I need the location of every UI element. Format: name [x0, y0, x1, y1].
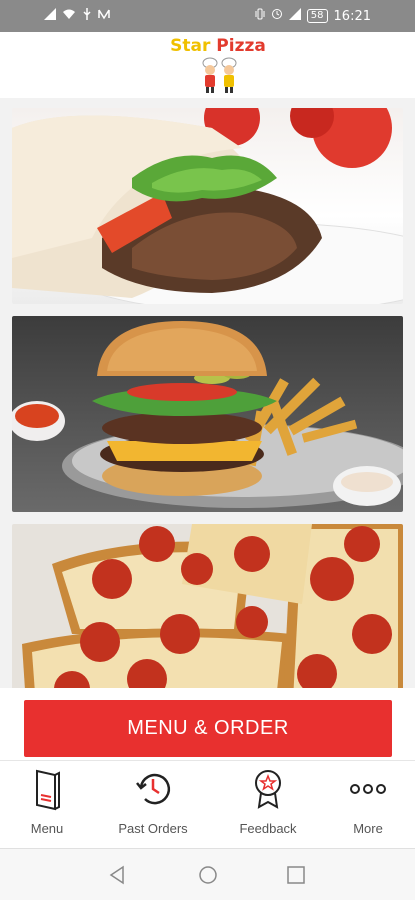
more-dots-icon	[350, 784, 386, 794]
app-header: Star Pizza	[0, 32, 415, 98]
pepperoni-pizza-image[interactable]	[12, 524, 403, 688]
back-icon[interactable]	[108, 865, 128, 885]
system-navigation-bar	[0, 848, 415, 900]
wifi-icon	[62, 8, 76, 24]
nav-item-more[interactable]: More	[318, 767, 415, 839]
nav-label-past-orders: Past Orders	[118, 821, 188, 836]
nav-label-menu: Menu	[30, 821, 64, 836]
nav-item-menu[interactable]: Menu	[0, 767, 97, 839]
battery-indicator: 58	[306, 9, 328, 23]
status-left-icons	[44, 8, 110, 24]
alarm-icon	[271, 8, 283, 24]
recents-icon[interactable]	[286, 865, 306, 885]
award-star-icon	[255, 770, 281, 809]
cellular-icon	[288, 8, 301, 24]
doner-kebab-wrap-image[interactable]	[12, 108, 403, 304]
status-right-icons: 58 16:21	[255, 8, 371, 24]
nav-label-more: More	[353, 821, 383, 836]
status-bar: 58 16:21	[0, 0, 415, 32]
usb-icon	[82, 8, 92, 24]
cta-container: MENU & ORDER	[0, 688, 415, 760]
nav-label-feedback: Feedback	[239, 821, 297, 836]
promo-gallery	[0, 98, 415, 688]
home-icon[interactable]	[198, 865, 218, 885]
bottom-navigation: Menu Past Orders Feedback More	[0, 760, 415, 848]
clock: 16:21	[333, 8, 371, 24]
menu-book-icon	[36, 769, 60, 811]
chef-mascots-icon	[202, 57, 237, 93]
nav-item-feedback[interactable]: Feedback	[218, 767, 318, 839]
history-clock-icon	[136, 773, 171, 805]
menu-and-order-button[interactable]: MENU & ORDER	[24, 700, 392, 757]
vibrate-icon	[255, 8, 265, 24]
signal-icon	[44, 8, 56, 24]
burger-and-fries-image[interactable]	[12, 316, 403, 512]
notification-icon	[98, 8, 110, 24]
star-pizza-logo: Star Pizza	[166, 36, 270, 96]
nav-item-past-orders[interactable]: Past Orders	[103, 767, 203, 839]
